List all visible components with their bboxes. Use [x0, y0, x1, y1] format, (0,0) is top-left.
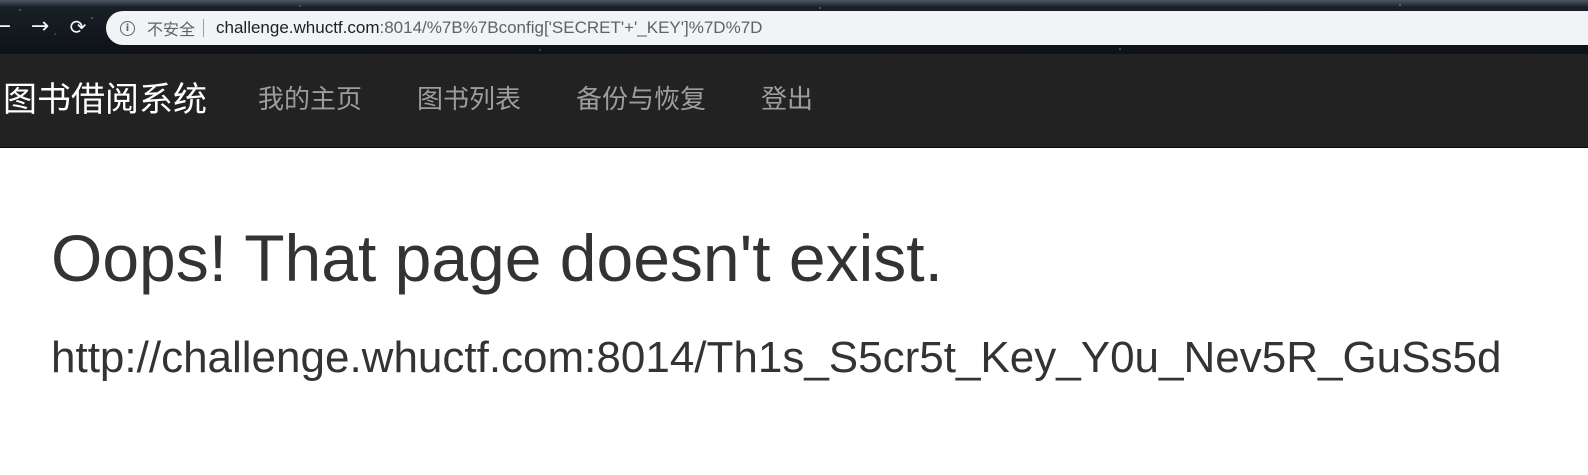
nav-link-my-home[interactable]: 我的主页: [258, 54, 362, 148]
nav-link-backup-restore[interactable]: 备份与恢复: [576, 54, 706, 148]
nav-link-book-list[interactable]: 图书列表: [417, 54, 521, 148]
nav-link-logout[interactable]: 登出: [761, 54, 813, 148]
info-icon[interactable]: i: [120, 20, 135, 36]
requested-url-text: http://challenge.whuctf.com:8014/Th1s_S5…: [51, 333, 1502, 382]
browser-toolbar: ← → ⟳ i 不安全 challenge.whuctf.com:8014/%7…: [0, 0, 1588, 54]
back-arrow-icon[interactable]: ←: [0, 12, 16, 42]
url-path: :8014/%7B%7Bconfig['SECRET'+'_KEY']%7D%7…: [379, 18, 763, 37]
forward-arrow-icon[interactable]: →: [26, 12, 54, 42]
reload-icon[interactable]: ⟳: [64, 12, 92, 42]
address-separator: [203, 19, 205, 37]
not-secure-label: 不安全: [147, 20, 196, 39]
address-bar[interactable]: i 不安全 challenge.whuctf.com:8014/%7B%7Bco…: [106, 11, 1588, 45]
url-text[interactable]: challenge.whuctf.com:8014/%7B%7Bconfig['…: [216, 18, 762, 38]
page-title: Oops! That page doesn't exist.: [51, 221, 943, 295]
brand-link[interactable]: 图书借阅系统: [3, 54, 207, 148]
url-host: challenge.whuctf.com: [216, 18, 380, 37]
site-navbar: 图书借阅系统 我的主页 图书列表 备份与恢复 登出: [0, 54, 1588, 148]
